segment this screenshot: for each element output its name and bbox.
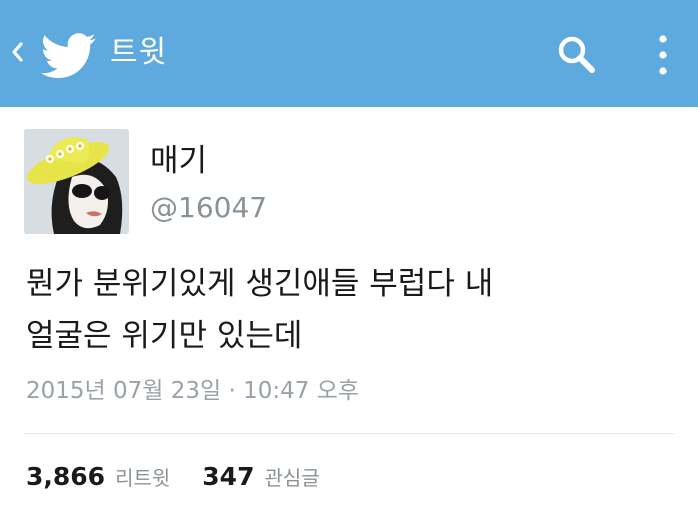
search-icon[interactable] [552,30,602,80]
divider [24,433,674,434]
retweet-count[interactable]: 3,866 [26,462,105,491]
tweet-text: 뭔가 분위기있게 생긴애들 부럽다 내 얼굴은 위기만 있는데 [26,266,494,354]
tweet-stats: 3,866 리트윗 347 관심글 [26,462,320,498]
like-count[interactable]: 347 [202,462,254,491]
action-bar: 트윗 [0,0,698,107]
author-handle[interactable]: @16047 [150,191,267,225]
back-button[interactable]: 트윗 [0,0,200,107]
like-label[interactable]: 관심글 [264,462,319,491]
twitter-bird-icon [40,33,96,79]
author-name[interactable]: 매기 [150,143,207,179]
retweet-label[interactable]: 리트윗 [115,462,170,491]
tweet-timestamp: 2015년 07월 23일 · 10:47 오후 [26,378,360,404]
page-title: 트윗 [110,35,168,70]
chevron-left-icon [12,42,23,62]
avatar[interactable] [24,129,129,234]
tweet-detail-screen: 트윗 매기 @16047 뭔가 분위기있게 생긴애들 부럽다 내 얼굴은 위기만… [0,0,698,512]
more-vertical-icon[interactable] [648,30,678,80]
avatar-illustration [24,129,129,234]
